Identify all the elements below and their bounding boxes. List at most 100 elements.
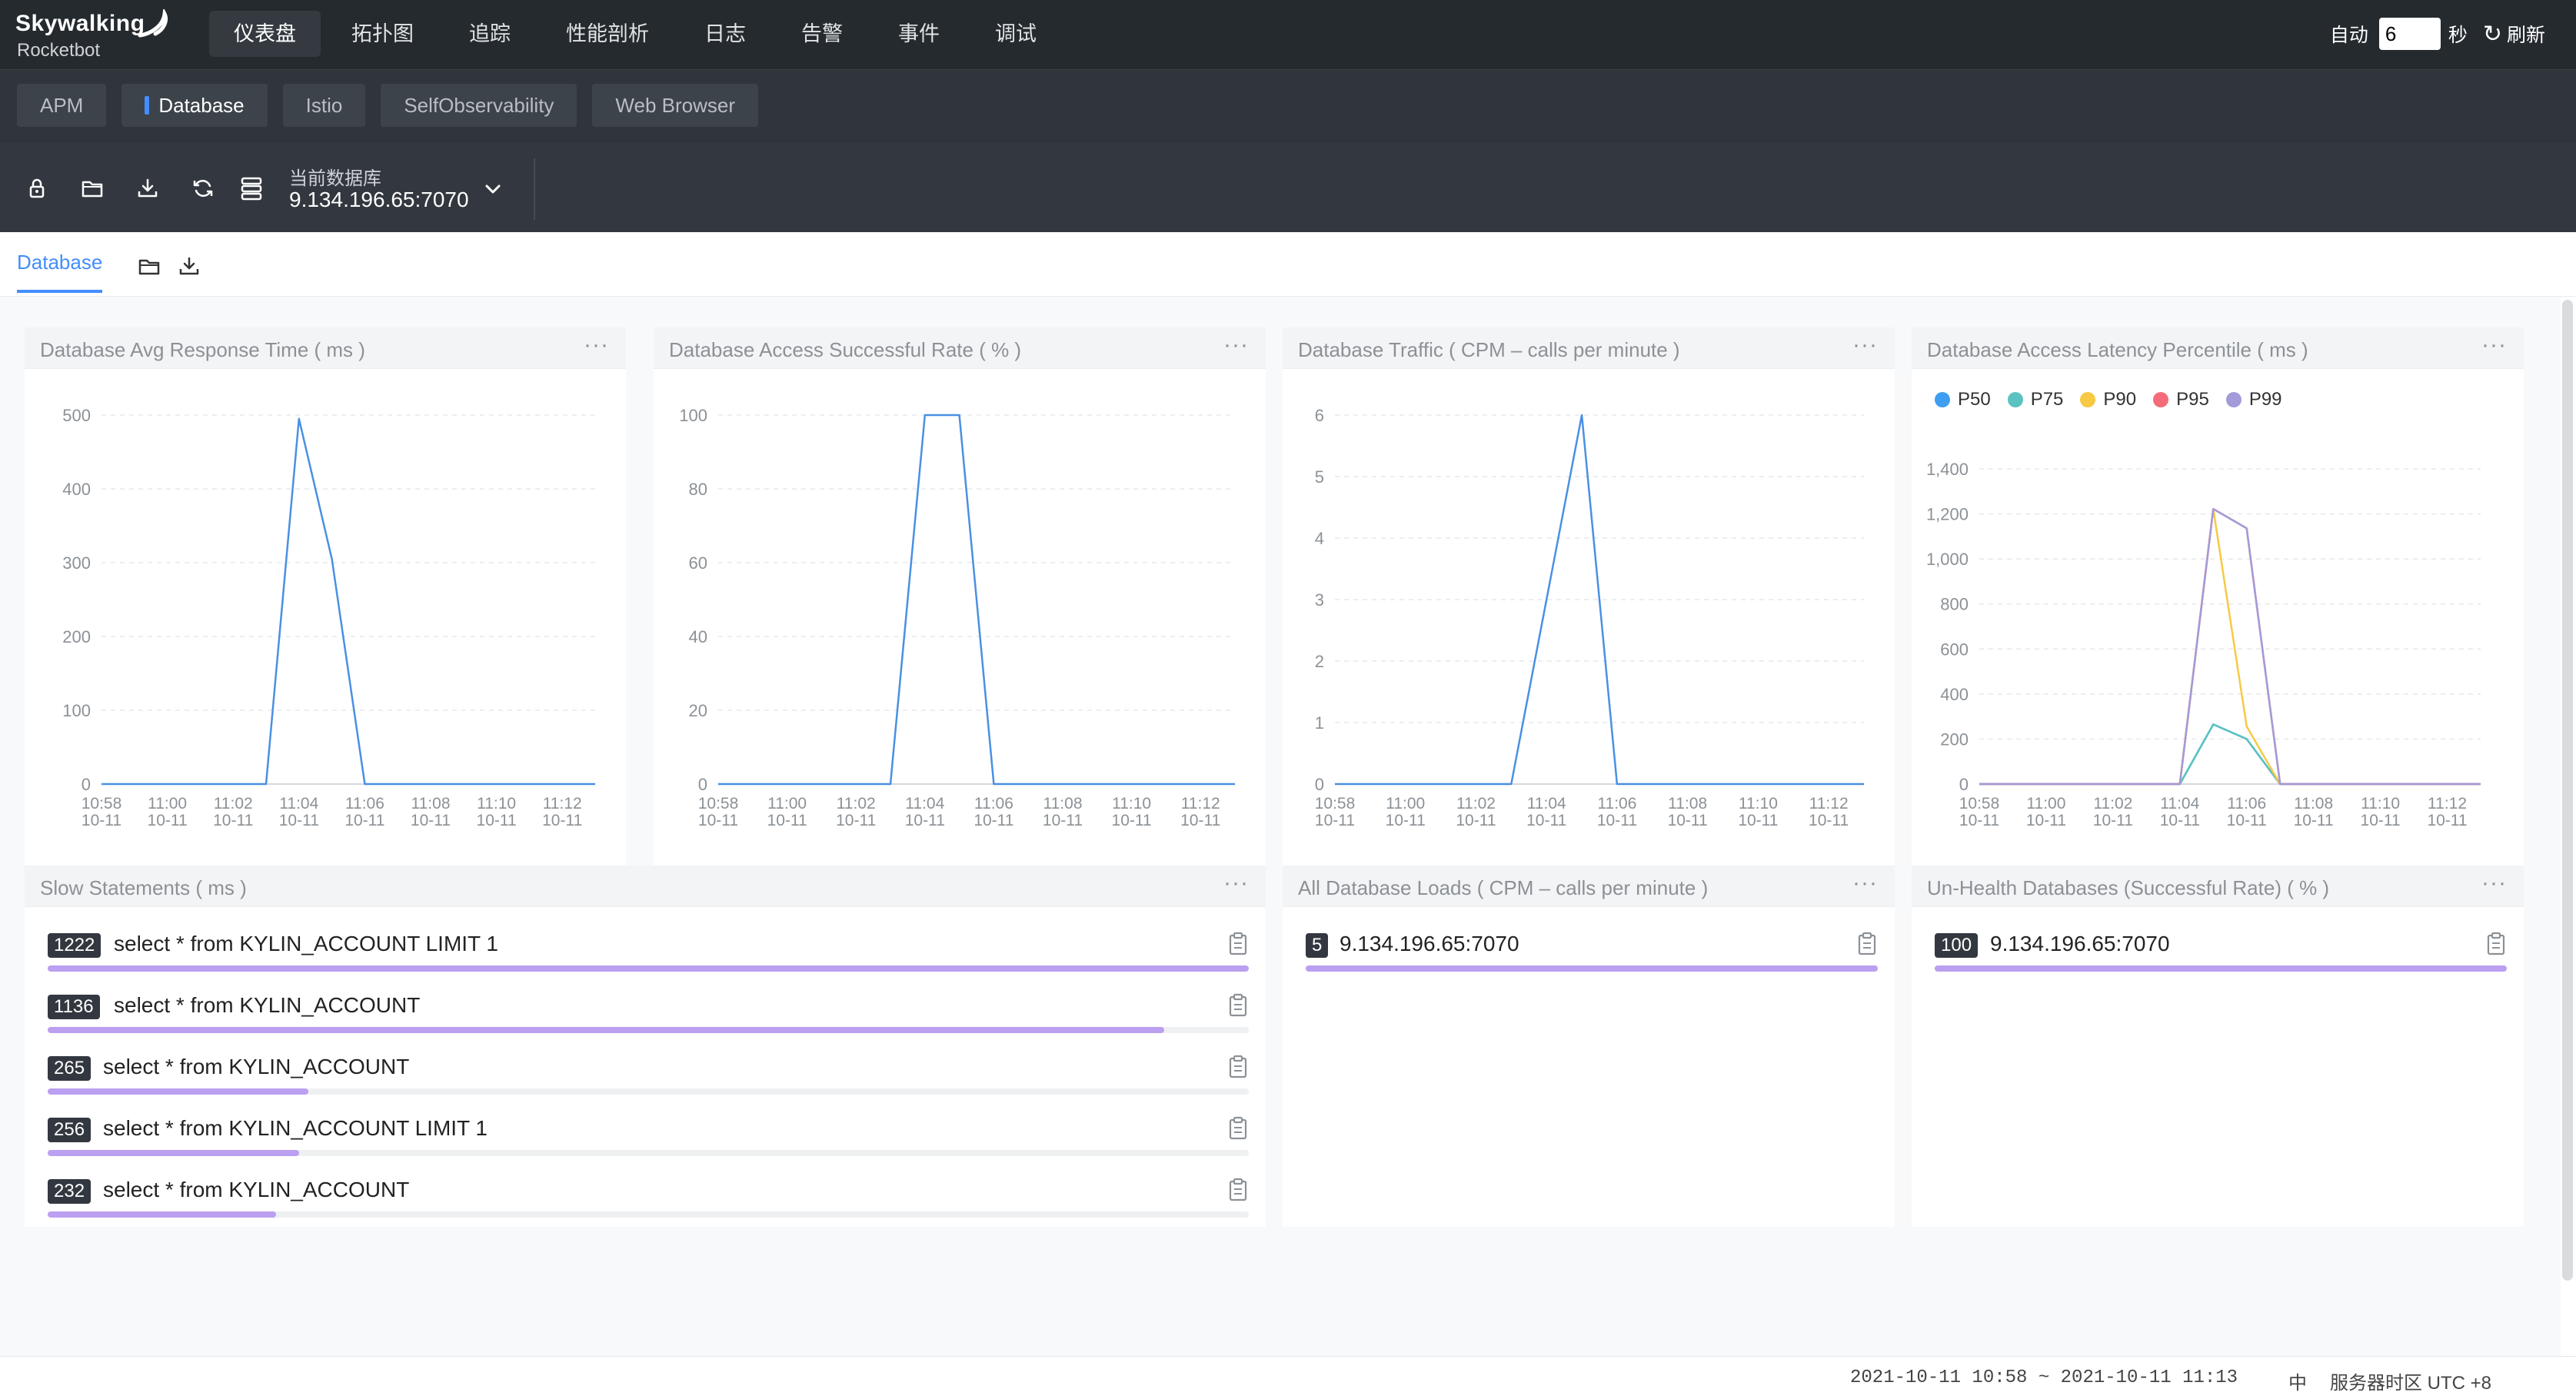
nav-item-topology[interactable]: 拓扑图 (327, 11, 438, 57)
y-tick-label: 0 (1959, 775, 1969, 794)
sync-icon[interactable] (175, 171, 231, 206)
series-line-p90[interactable] (1979, 507, 2481, 786)
list-item[interactable]: 265 select * from KYLIN_ACCOUNT (25, 1044, 1266, 1105)
x-tick-date: 10-11 (411, 812, 451, 829)
clipboard-icon[interactable] (2485, 932, 2507, 956)
x-tick-date: 10-11 (213, 812, 253, 829)
more-icon[interactable]: ··· (2481, 332, 2507, 358)
nav-item-alarm[interactable]: 告警 (777, 11, 867, 57)
database-selector-caption: 当前数据库 (289, 168, 381, 189)
x-tick-label: 11:04 (1527, 795, 1566, 812)
nav-item-dashboard[interactable]: 仪表盘 (209, 11, 321, 57)
x-tick-date: 10-11 (148, 812, 188, 829)
template-tab-selfobservability[interactable]: SelfObservability (381, 84, 577, 127)
list-item[interactable]: 1222 select * from KYLIN_ACCOUNT LIMIT 1 (25, 921, 1266, 982)
x-tick-label: 11:12 (2428, 795, 2467, 812)
y-tick-label: 3 (1315, 590, 1324, 610)
template-tab-web-browser[interactable]: Web Browser (592, 84, 758, 127)
card-title: Database Access Successful Rate ( % ) (669, 338, 1022, 361)
template-tab-istio[interactable]: Istio (282, 84, 366, 127)
x-tick-date: 10-11 (1112, 812, 1152, 829)
slow-statements-card: Slow Statements ( ms ) ··· 1222 select * … (25, 866, 1266, 1227)
language-switch[interactable]: 中 (2288, 1367, 2307, 1394)
clipboard-icon[interactable] (1227, 1055, 1249, 1079)
series-line[interactable] (718, 414, 1235, 786)
x-tick-date: 10-11 (82, 812, 121, 829)
x-tick-label: 11:08 (2294, 795, 2333, 812)
nav-item-log[interactable]: 日志 (680, 11, 770, 57)
chevron-down-icon[interactable] (481, 180, 504, 198)
auto-refresh-group: 自动 秒 ↻ 刷新 (2330, 15, 2545, 52)
folder-icon[interactable] (137, 255, 161, 278)
refresh-interval-input[interactable] (2378, 18, 2441, 50)
list-item-text: 9.134.196.65:7070 (1990, 932, 2170, 955)
clipboard-icon[interactable] (1227, 1116, 1249, 1141)
time-range[interactable]: 2021-10-11 10:58 ~ 2021-10-11 11:13 (1850, 1367, 2238, 1388)
card-title: All Database Loads ( CPM – calls per min… (1298, 876, 1709, 899)
template-tab-apm[interactable]: APM (17, 84, 107, 127)
progress-fill (1935, 965, 2507, 972)
auto-refresh-label[interactable]: 自动 (2330, 20, 2368, 48)
x-tick-date: 10-11 (836, 812, 876, 829)
list-item[interactable]: 256 select * from KYLIN_ACCOUNT LIMIT 1 (25, 1105, 1266, 1167)
download-icon[interactable] (177, 255, 201, 278)
series-line-p99[interactable] (1979, 507, 2481, 786)
card-header: Database Avg Response Time ( ms ) ··· (25, 327, 626, 369)
clipboard-icon[interactable] (1227, 932, 1249, 956)
x-tick-date: 10-11 (1526, 812, 1566, 829)
more-icon[interactable]: ··· (584, 332, 609, 358)
list-item[interactable]: 232 select * from KYLIN_ACCOUNT (25, 1167, 1266, 1228)
x-tick-label: 11:08 (411, 795, 451, 812)
series-line-p50[interactable] (1979, 723, 2481, 786)
progress-fill (1306, 965, 1878, 972)
list-item-text: select * from KYLIN_ACCOUNT (103, 1178, 410, 1201)
refresh-icon[interactable]: ↻ (2483, 21, 2502, 48)
y-tick-label: 1,400 (1926, 460, 1969, 479)
clipboard-icon[interactable] (1227, 1178, 1249, 1202)
nav-item-trace[interactable]: 追踪 (444, 11, 535, 57)
nav-item-profile[interactable]: 性能剖析 (541, 11, 674, 57)
logo-sub-brand: Rocketbot (17, 40, 101, 61)
more-icon[interactable]: ··· (1852, 332, 1878, 358)
more-icon[interactable]: ··· (1223, 870, 1249, 896)
y-tick-label: 6 (1315, 406, 1324, 425)
clipboard-icon[interactable] (1856, 932, 1878, 956)
progress-track (48, 965, 1249, 972)
main-nav: 仪表盘 拓扑图 追踪 性能剖析 日志 告警 事件 调试 (209, 11, 1067, 57)
x-tick-label: 10:58 (1959, 795, 2000, 812)
nav-item-event[interactable]: 事件 (874, 11, 964, 57)
clipboard-icon[interactable] (1227, 993, 1249, 1018)
list-item[interactable]: 100 9.134.196.65:7070 (1912, 921, 2524, 982)
more-icon[interactable]: ··· (1223, 332, 1249, 358)
download-icon[interactable] (120, 171, 175, 206)
toolbar-icons (9, 171, 231, 206)
x-tick-label: 11:06 (1597, 795, 1636, 812)
refresh-button[interactable]: 刷新 (2507, 20, 2545, 48)
database-selector[interactable]: 当前数据库 9.134.196.65:7070 (228, 158, 535, 220)
series-line-p95[interactable] (1979, 507, 2481, 786)
list-item[interactable]: 5 9.134.196.65:7070 (1283, 921, 1895, 982)
lock-icon[interactable] (9, 171, 65, 206)
y-tick-label: 800 (1940, 595, 1969, 614)
x-tick-label: 11:10 (477, 795, 516, 812)
database-traffic-chart: 012345610:5810-1111:0010-1111:0210-1111:… (1315, 406, 1864, 829)
card-title: Un-Health Databases (Successful Rate) ( … (1927, 876, 2330, 899)
list-item[interactable]: 1136 select * from KYLIN_ACCOUNT (25, 982, 1266, 1044)
template-tab-database[interactable]: Database (121, 84, 268, 127)
dashboard-tab-database[interactable]: Database (17, 251, 103, 293)
x-tick-label: 11:08 (1668, 795, 1707, 812)
list-item-text: 9.134.196.65:7070 (1340, 932, 1519, 955)
series-line-p75[interactable] (1979, 723, 2481, 786)
x-tick-label: 11:06 (345, 795, 384, 812)
y-tick-label: 100 (62, 701, 91, 720)
series-line[interactable] (1335, 414, 1864, 786)
nav-item-debug[interactable]: 调试 (970, 11, 1061, 57)
folder-icon[interactable] (65, 171, 120, 206)
value-badge: 1136 (48, 995, 100, 1019)
more-icon[interactable]: ··· (1852, 870, 1878, 896)
skywalking-logo[interactable]: Skywalking Rocketbot (15, 9, 169, 61)
progress-fill (48, 1211, 276, 1218)
more-icon[interactable]: ··· (2481, 870, 2507, 896)
series-line[interactable] (102, 417, 595, 786)
vertical-scrollbar[interactable] (2562, 300, 2573, 1281)
